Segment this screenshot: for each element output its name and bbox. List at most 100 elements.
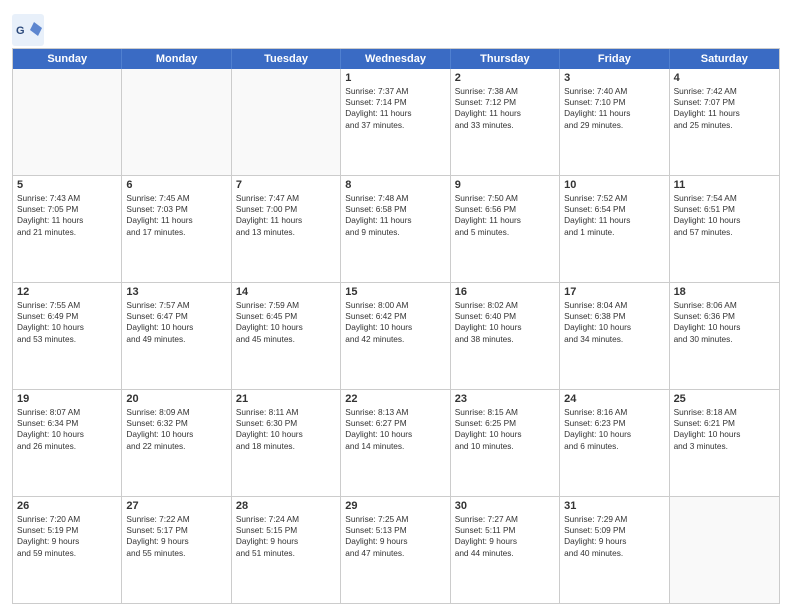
cell-line: Sunrise: 7:43 AM [17,193,117,204]
cell-line: and 18 minutes. [236,441,336,452]
cell-line: Daylight: 9 hours [236,536,336,547]
day-header-friday: Friday [560,49,669,69]
cell-line: Sunset: 6:56 PM [455,204,555,215]
day-number: 1 [345,72,445,84]
cell-line: Daylight: 11 hours [236,215,336,226]
cell-line: and 59 minutes. [17,548,117,559]
cell-line: Daylight: 11 hours [126,215,226,226]
cell-line: Sunset: 7:07 PM [674,97,775,108]
calendar-cell: 11Sunrise: 7:54 AMSunset: 6:51 PMDayligh… [670,176,779,282]
calendar-cell: 31Sunrise: 7:29 AMSunset: 5:09 PMDayligh… [560,497,669,603]
cell-line: Sunrise: 7:47 AM [236,193,336,204]
cell-line: Sunset: 7:03 PM [126,204,226,215]
cell-line: and 25 minutes. [674,120,775,131]
calendar-cell: 20Sunrise: 8:09 AMSunset: 6:32 PMDayligh… [122,390,231,496]
day-number: 29 [345,500,445,512]
calendar-cell: 28Sunrise: 7:24 AMSunset: 5:15 PMDayligh… [232,497,341,603]
cell-line: Sunrise: 7:20 AM [17,514,117,525]
day-number: 21 [236,393,336,405]
page-header: G [12,10,780,42]
cell-line: Daylight: 11 hours [564,215,664,226]
cell-line: Sunset: 6:42 PM [345,311,445,322]
cell-line: and 34 minutes. [564,334,664,345]
cell-line: and 47 minutes. [345,548,445,559]
calendar-cell [670,497,779,603]
calendar-week-4: 19Sunrise: 8:07 AMSunset: 6:34 PMDayligh… [13,390,779,497]
cell-line: Sunset: 6:34 PM [17,418,117,429]
cell-line: and 13 minutes. [236,227,336,238]
day-number: 20 [126,393,226,405]
calendar: SundayMondayTuesdayWednesdayThursdayFrid… [12,48,780,604]
cell-line: Sunset: 5:13 PM [345,525,445,536]
calendar-cell: 24Sunrise: 8:16 AMSunset: 6:23 PMDayligh… [560,390,669,496]
day-number: 30 [455,500,555,512]
day-number: 6 [126,179,226,191]
logo: G [12,14,44,42]
cell-line: Sunrise: 7:42 AM [674,86,775,97]
cell-line: Sunrise: 8:04 AM [564,300,664,311]
cell-line: Sunrise: 7:25 AM [345,514,445,525]
cell-line: Daylight: 10 hours [17,429,117,440]
cell-line: Sunset: 6:36 PM [674,311,775,322]
cell-line: Daylight: 10 hours [564,322,664,333]
cell-line: Daylight: 10 hours [674,215,775,226]
cell-line: Daylight: 11 hours [345,108,445,119]
cell-line: Sunrise: 7:52 AM [564,193,664,204]
day-header-monday: Monday [122,49,231,69]
cell-line: and 30 minutes. [674,334,775,345]
cell-line: Sunset: 6:30 PM [236,418,336,429]
cell-line: and 3 minutes. [674,441,775,452]
cell-line: Daylight: 10 hours [236,429,336,440]
cell-line: Sunrise: 7:55 AM [17,300,117,311]
calendar-cell: 15Sunrise: 8:00 AMSunset: 6:42 PMDayligh… [341,283,450,389]
day-number: 15 [345,286,445,298]
cell-line: Daylight: 11 hours [455,215,555,226]
cell-line: and 6 minutes. [564,441,664,452]
day-number: 16 [455,286,555,298]
logo-icon: G [12,14,40,42]
day-header-sunday: Sunday [13,49,122,69]
cell-line: Sunset: 6:38 PM [564,311,664,322]
cell-line: Daylight: 9 hours [564,536,664,547]
cell-line: Sunrise: 7:29 AM [564,514,664,525]
calendar-week-3: 12Sunrise: 7:55 AMSunset: 6:49 PMDayligh… [13,283,779,390]
cell-line: and 22 minutes. [126,441,226,452]
day-number: 17 [564,286,664,298]
cell-line: Daylight: 10 hours [126,322,226,333]
cell-line: Sunrise: 8:06 AM [674,300,775,311]
cell-line: and 55 minutes. [126,548,226,559]
cell-line: Daylight: 9 hours [455,536,555,547]
calendar-cell: 7Sunrise: 7:47 AMSunset: 7:00 PMDaylight… [232,176,341,282]
day-number: 4 [674,72,775,84]
cell-line: Daylight: 10 hours [345,429,445,440]
calendar-cell [13,69,122,175]
cell-line: and 26 minutes. [17,441,117,452]
cell-line: Sunrise: 7:22 AM [126,514,226,525]
cell-line: and 5 minutes. [455,227,555,238]
calendar-week-1: 1Sunrise: 7:37 AMSunset: 7:14 PMDaylight… [13,69,779,176]
cell-line: Sunset: 6:58 PM [345,204,445,215]
cell-line: Sunset: 7:14 PM [345,97,445,108]
day-number: 3 [564,72,664,84]
cell-line: Daylight: 9 hours [345,536,445,547]
cell-line: Daylight: 11 hours [674,108,775,119]
calendar-cell [122,69,231,175]
cell-line: and 45 minutes. [236,334,336,345]
cell-line: Sunset: 6:47 PM [126,311,226,322]
cell-line: Daylight: 9 hours [17,536,117,547]
calendar-cell: 5Sunrise: 7:43 AMSunset: 7:05 PMDaylight… [13,176,122,282]
cell-line: Daylight: 10 hours [17,322,117,333]
day-number: 12 [17,286,117,298]
cell-line: Daylight: 11 hours [564,108,664,119]
day-number: 22 [345,393,445,405]
cell-line: Sunrise: 7:24 AM [236,514,336,525]
day-number: 10 [564,179,664,191]
day-number: 14 [236,286,336,298]
cell-line: and 42 minutes. [345,334,445,345]
calendar-header: SundayMondayTuesdayWednesdayThursdayFrid… [13,49,779,69]
day-number: 2 [455,72,555,84]
calendar-cell: 19Sunrise: 8:07 AMSunset: 6:34 PMDayligh… [13,390,122,496]
cell-line: Daylight: 10 hours [455,429,555,440]
cell-line: and 33 minutes. [455,120,555,131]
cell-line: Sunrise: 8:02 AM [455,300,555,311]
